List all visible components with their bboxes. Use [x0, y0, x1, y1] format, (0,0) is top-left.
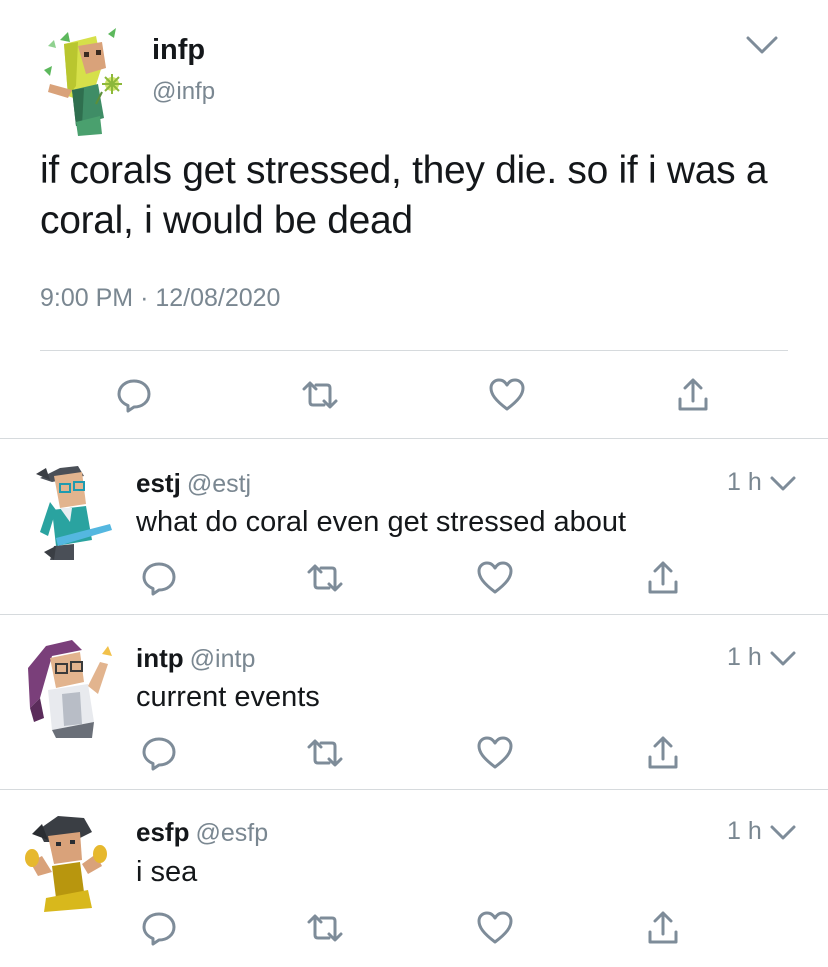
retweet-icon[interactable]	[305, 733, 345, 773]
reply-icon[interactable]	[139, 733, 179, 773]
meta-separator: ·	[140, 284, 149, 312]
like-icon[interactable]	[487, 375, 527, 415]
like-icon[interactable]	[475, 733, 515, 773]
tweet-time: 9:00 PM	[40, 284, 134, 312]
reply-icon[interactable]	[139, 908, 179, 948]
divider	[40, 350, 788, 351]
divider	[0, 438, 828, 439]
share-icon[interactable]	[643, 558, 683, 598]
reply-author[interactable]: intp @intp	[136, 643, 255, 674]
chevron-down-icon[interactable]	[768, 470, 798, 496]
share-icon[interactable]	[673, 375, 713, 415]
esfp-avatar[interactable]	[22, 812, 112, 912]
divider	[0, 614, 828, 615]
reply-icon[interactable]	[114, 375, 154, 415]
estj-avatar[interactable]	[30, 462, 114, 562]
tweet-text: if corals get stressed, they die. so if …	[40, 149, 768, 242]
reply-text: what do coral even get stressed about	[136, 506, 627, 538]
tweet-date: 12/08/2020	[155, 284, 281, 312]
divider	[0, 789, 828, 790]
intp-avatar[interactable]	[22, 638, 118, 738]
retweet-icon[interactable]	[305, 908, 345, 948]
author-name[interactable]: infp	[152, 34, 205, 67]
chevron-down-icon[interactable]	[768, 819, 798, 845]
share-icon[interactable]	[643, 908, 683, 948]
like-icon[interactable]	[475, 558, 515, 598]
reply-handle[interactable]: @intp	[190, 645, 256, 673]
author-handle[interactable]: @infp	[152, 78, 215, 106]
reply-timestamp: 1 h	[727, 468, 762, 496]
reply-handle[interactable]: @esfp	[195, 819, 268, 847]
infp-avatar[interactable]	[38, 26, 138, 136]
tweet-timestamp[interactable]: 9:00 PM · 12/08/2020	[40, 284, 280, 313]
reply-timestamp: 1 h	[727, 643, 762, 671]
chevron-down-icon[interactable]	[768, 645, 798, 671]
share-icon[interactable]	[643, 733, 683, 773]
reply-timestamp: 1 h	[727, 817, 762, 845]
reply-author[interactable]: estj @estj	[136, 468, 251, 499]
retweet-icon[interactable]	[300, 375, 340, 415]
reply-text: current events	[136, 681, 320, 713]
like-icon[interactable]	[475, 908, 515, 948]
reply-name[interactable]: esfp	[136, 817, 189, 847]
retweet-icon[interactable]	[305, 558, 345, 598]
chevron-down-icon[interactable]	[742, 28, 782, 62]
reply-icon[interactable]	[139, 558, 179, 598]
reply-handle[interactable]: @estj	[187, 470, 251, 498]
reply-name[interactable]: intp	[136, 643, 184, 673]
reply-author[interactable]: esfp @esfp	[136, 817, 268, 848]
reply-name[interactable]: estj	[136, 468, 181, 498]
reply-text: i sea	[136, 856, 198, 888]
